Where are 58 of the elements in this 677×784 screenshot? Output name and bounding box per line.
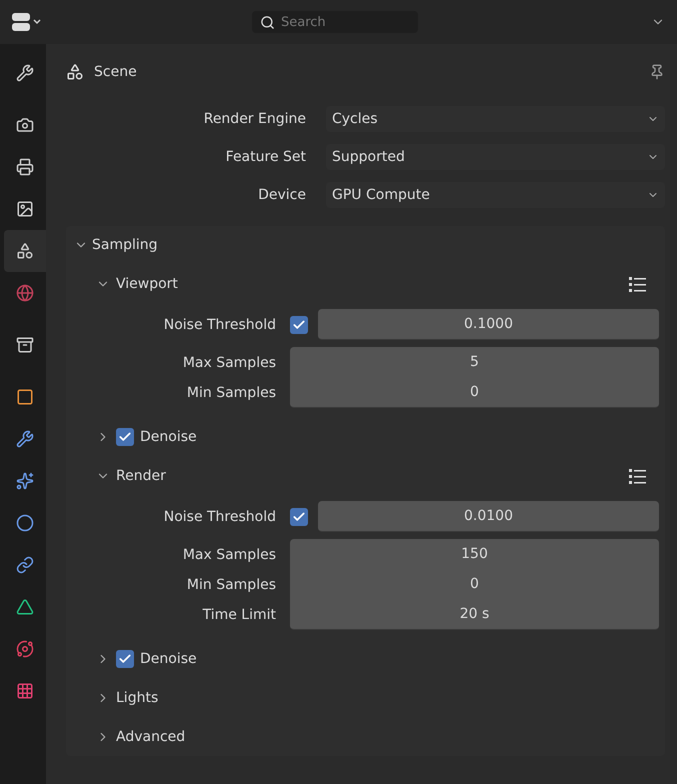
- property-label: Device: [257, 187, 306, 203]
- sphere-icon: [16, 640, 34, 658]
- search-field[interactable]: Search: [252, 11, 418, 33]
- pin-icon[interactable]: [649, 64, 665, 80]
- number-field[interactable]: 0.1000: [318, 309, 659, 340]
- globe-icon: [16, 284, 34, 302]
- number-field[interactable]: 0.0100: [318, 501, 659, 532]
- image-icon: [16, 200, 34, 218]
- check-icon: [292, 318, 306, 332]
- dropdown[interactable]: GPU Compute: [326, 182, 665, 208]
- field-label: Min Samples: [186, 384, 276, 400]
- field-label: Noise Threshold: [162, 508, 276, 524]
- box-icon: [16, 336, 34, 354]
- square-icon: [16, 388, 34, 406]
- camera-icon: [16, 116, 34, 134]
- check-icon: [118, 430, 132, 444]
- check-icon: [118, 652, 132, 666]
- subpanel-title[interactable]: Denoise: [140, 650, 197, 666]
- number-field[interactable]: 0: [290, 569, 659, 600]
- wrench-icon: [16, 64, 34, 82]
- checkbox[interactable]: [290, 316, 308, 334]
- check-icon: [292, 510, 306, 524]
- printer-icon: [16, 158, 34, 176]
- property-label: Feature Set: [224, 149, 306, 165]
- field-label: Time Limit: [202, 606, 276, 622]
- field-label: Max Samples: [182, 546, 276, 562]
- search-icon: [260, 14, 275, 30]
- presets-icon[interactable]: [629, 468, 647, 484]
- field-label: Min Samples: [186, 576, 276, 592]
- dropdown[interactable]: Supported: [326, 144, 665, 170]
- number-field[interactable]: 5: [290, 347, 659, 378]
- context-title: Scene: [94, 64, 138, 80]
- panel-title[interactable]: Sampling: [92, 237, 158, 253]
- shapes-icon: [16, 242, 34, 260]
- checkbox[interactable]: [290, 508, 308, 526]
- subpanel-title[interactable]: Render: [116, 468, 166, 484]
- subpanel-title[interactable]: Denoise: [140, 428, 197, 444]
- subpanel-title[interactable]: Viewport: [116, 276, 178, 292]
- number-field[interactable]: 150: [290, 539, 659, 570]
- field-label: Max Samples: [182, 354, 276, 370]
- property-label: Render Engine: [202, 111, 306, 127]
- scene-tab[interactable]: [4, 230, 46, 272]
- wrench-icon: [16, 430, 34, 448]
- sparkle-icon: [16, 472, 34, 490]
- checkbox[interactable]: [116, 428, 134, 446]
- checkbox[interactable]: [116, 650, 134, 668]
- scene-icon: [66, 63, 84, 81]
- subpanel-title[interactable]: Lights: [116, 690, 158, 706]
- subpanel-title[interactable]: Advanced: [116, 728, 186, 744]
- field-label: Noise Threshold: [162, 316, 276, 332]
- number-field[interactable]: 0: [290, 377, 659, 408]
- number-field[interactable]: 20 s: [290, 599, 659, 630]
- link-icon: [16, 556, 34, 574]
- presets-icon[interactable]: [629, 276, 647, 292]
- circle-icon: [16, 514, 34, 532]
- dropdown[interactable]: Cycles: [326, 106, 665, 132]
- triangle-icon: [16, 598, 34, 616]
- checker-icon: [16, 682, 34, 700]
